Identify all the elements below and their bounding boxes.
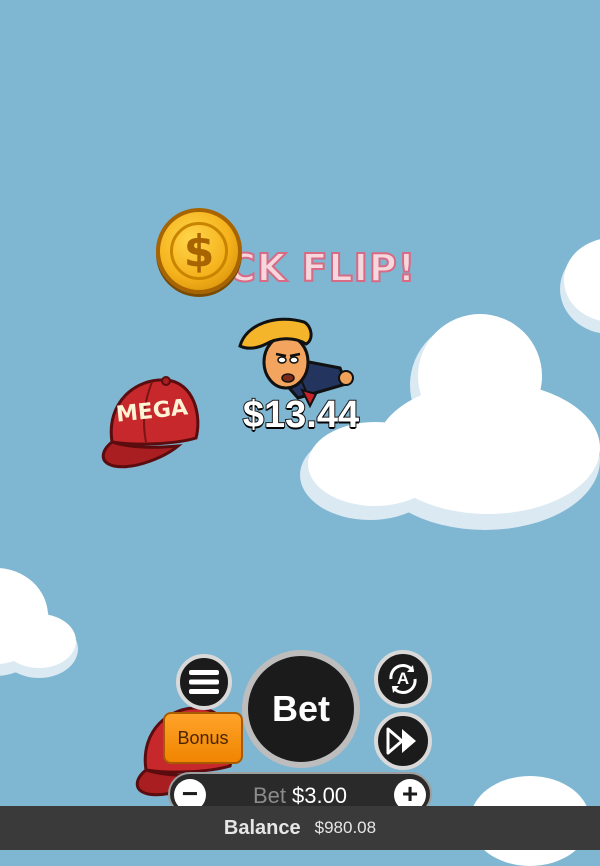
bet-button[interactable]: Bet (242, 650, 360, 768)
hamburger-menu-icon (189, 670, 219, 694)
coin-symbol: $ (170, 222, 228, 280)
balance-bar: Balance $980.08 (0, 806, 600, 850)
fast-forward-button[interactable] (374, 712, 432, 770)
cloud-right-top (560, 236, 600, 336)
cloud-left (0, 566, 80, 678)
win-amount: $13.44 (242, 393, 360, 437)
dollar-coin-icon: $ (156, 208, 242, 294)
balance-label: Balance (223, 816, 301, 839)
bonus-button[interactable]: Bonus (163, 712, 243, 764)
flip-banner: CK FLIP! (228, 246, 417, 290)
autoplay-letter: A (396, 669, 410, 688)
plus-icon: + (401, 777, 419, 809)
autoplay-button[interactable]: A (374, 650, 432, 708)
fast-forward-icon (386, 727, 416, 755)
balance-value: $980.08 (314, 818, 377, 837)
bet-label: Bet (252, 783, 286, 808)
menu-button[interactable] (176, 654, 232, 710)
bet-value: $3.00 (291, 783, 348, 808)
